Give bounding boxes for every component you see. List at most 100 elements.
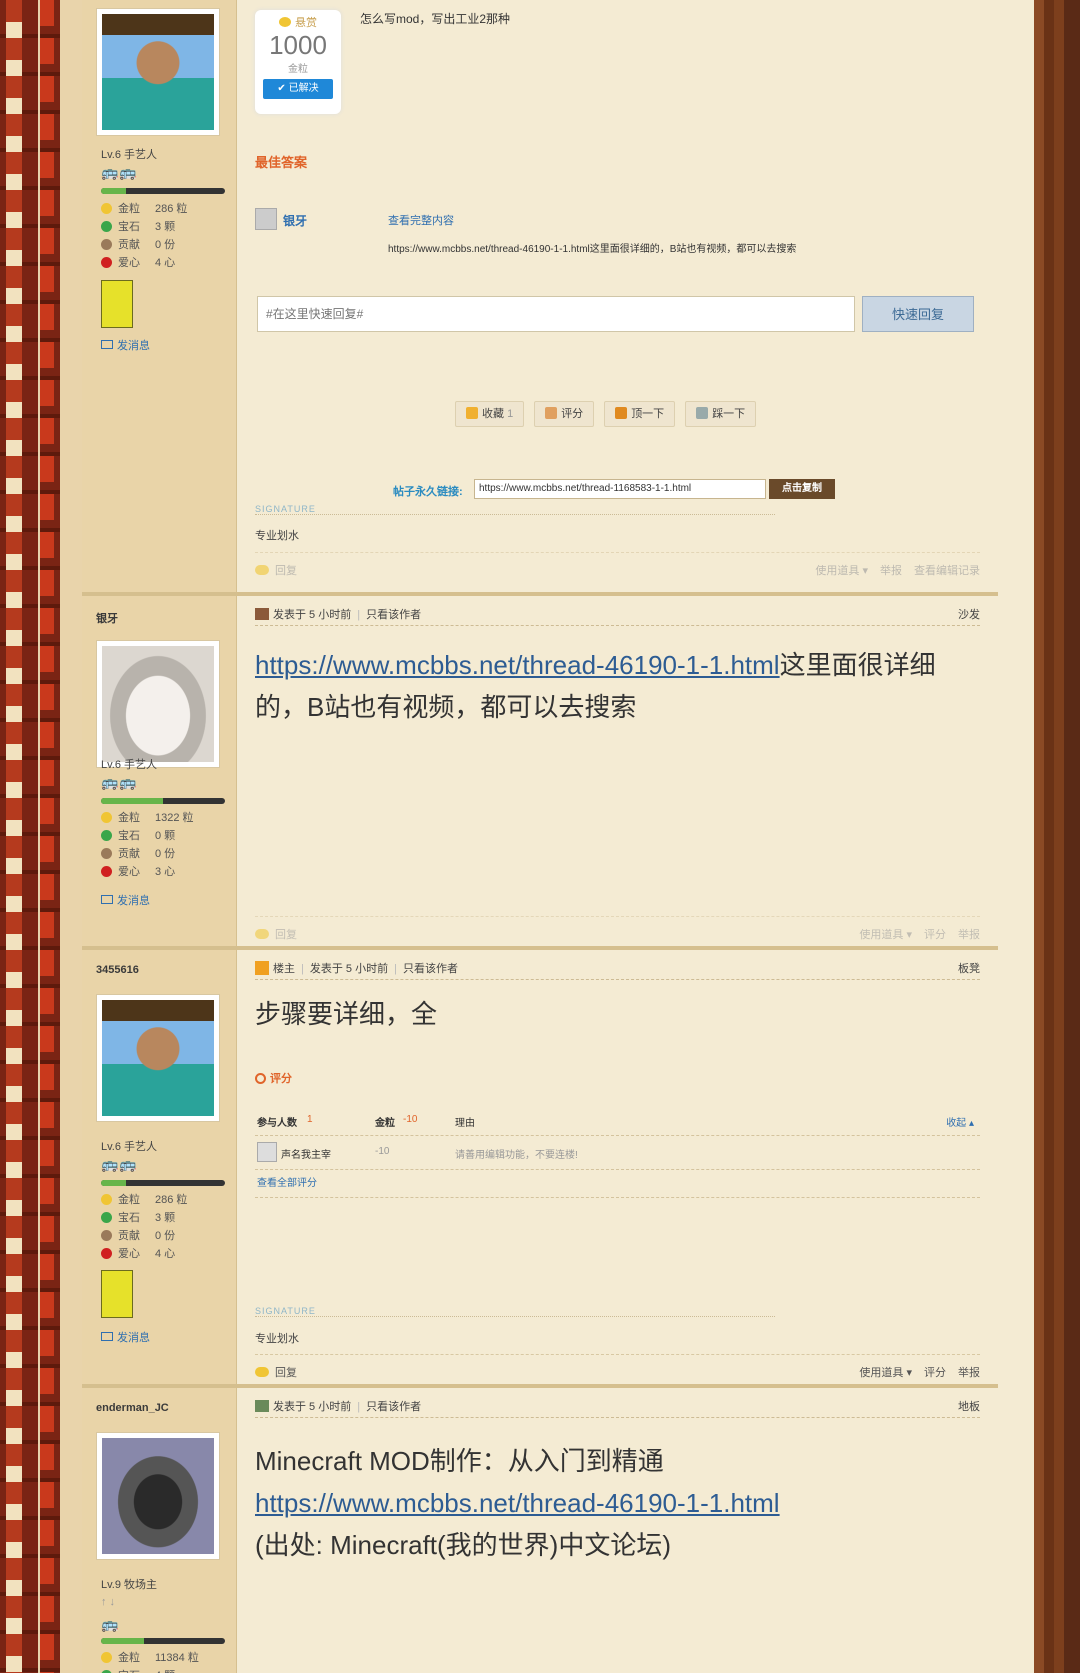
stat-love: 爱心 4 心: [101, 254, 187, 272]
avatar[interactable]: [96, 8, 220, 136]
author-name[interactable]: enderman_JC: [96, 1402, 169, 1414]
send-message-link[interactable]: 发消息: [101, 892, 150, 908]
author-sidebar: enderman_JC Lv.9 牧场主 ↑ ↓ 🚌 金粒11384 粒 宝石4…: [82, 1388, 237, 1673]
report-button[interactable]: 举报: [880, 565, 902, 577]
avatar[interactable]: [96, 994, 220, 1122]
quick-reply-input[interactable]: [257, 296, 855, 332]
reply-button[interactable]: 回复: [275, 929, 297, 941]
use-tools-button[interactable]: 使用道具: [815, 565, 859, 577]
user-level: Lv.6 手艺人: [101, 149, 158, 161]
user-level: Lv.6 手艺人: [101, 1141, 158, 1153]
only-author-link[interactable]: 只看该作者: [403, 963, 458, 975]
downvote-button[interactable]: 踩一下: [685, 401, 757, 427]
edit-history-button[interactable]: 查看编辑记录: [914, 565, 980, 577]
medal-icons: 🚌: [101, 1616, 120, 1632]
rate-button[interactable]: 评分: [534, 401, 595, 427]
thread-link[interactable]: https://www.mcbbs.net/thread-46190-1-1.h…: [255, 650, 780, 680]
user-stats: 金粒 286 粒 宝石 3 颗 贡献 0 份 爱心 4 心: [101, 1191, 187, 1263]
mail-icon: [101, 1332, 113, 1341]
floor-number[interactable]: 板凳: [958, 960, 980, 976]
author-sidebar: Lv.6 手艺人 🚌🚌 金粒 286 粒 宝石 3 颗 贡献 0 份 爱心 4 心 发消…: [82, 0, 237, 592]
post-body: 步骤要详细，全: [255, 999, 438, 1029]
mail-icon: [101, 895, 113, 904]
report-button[interactable]: 举报: [958, 929, 980, 941]
permalink-url[interactable]: https://www.mcbbs.net/thread-1168583-1-1…: [474, 479, 766, 499]
thread-page: Lv.6 手艺人 🚌🚌 金粒 286 粒 宝石 3 颗 贡献 0 份 爱心 4 心 发消…: [82, 0, 1034, 1673]
thumb-icon: [545, 407, 558, 419]
post-question: Lv.6 手艺人 🚌🚌 金粒 286 粒 宝石 3 颗 贡献 0 份 爱心 4 心 发消…: [82, 0, 998, 592]
only-author-link[interactable]: 只看该作者: [366, 1401, 421, 1413]
stat-gem: 宝石 3 颗: [101, 218, 187, 236]
level-progress-bar: [101, 188, 225, 194]
post-body: https://www.mcbbs.net/thread-46190-1-1.h…: [255, 650, 936, 722]
author-name[interactable]: 3455616: [96, 964, 139, 976]
post-footer: 回复 使用道具 ▾ 举报 查看编辑记录: [255, 552, 980, 582]
author-sidebar: 银牙 Lv.6 手艺人 🚌🚌 金粒 1322 粒 宝石 0 颗 贡献 0 份 爱心 3 …: [82, 596, 237, 948]
stat-contribution: 贡献 0 份: [101, 236, 187, 254]
rate-link[interactable]: 评分: [924, 1367, 946, 1379]
rating-row: 声名我主宰 -10 请善用编辑功能，不要连楼!: [255, 1136, 980, 1170]
best-answer-avatar[interactable]: [255, 208, 277, 230]
rate-link[interactable]: 评分: [924, 929, 946, 941]
user-stats: 金粒 286 粒 宝石 3 颗 贡献 0 份 爱心 4 心: [101, 200, 187, 272]
post-content: 发表于 5 小时前 | 只看该作者 地板 Minecraft MOD制作：从入门到精…: [237, 1388, 998, 1673]
reply-button[interactable]: 回复: [275, 1367, 297, 1379]
send-message-link[interactable]: 发消息: [101, 1329, 150, 1345]
avatar[interactable]: [96, 640, 220, 768]
author-name[interactable]: 银牙: [96, 610, 118, 626]
view-all-ratings-link[interactable]: 查看全部评分: [255, 1170, 980, 1198]
permalink-label: 帖子永久链接:: [393, 486, 463, 498]
use-tools-button[interactable]: 使用道具: [859, 929, 903, 941]
medal-icons: 🚌🚌: [101, 164, 138, 180]
rater-avatar: [257, 1142, 277, 1162]
post-footer: 回复 使用道具 ▾ 评分 举报: [255, 1354, 980, 1384]
post-header: 发表于 5 小时前 | 只看该作者 地板: [255, 1392, 980, 1418]
signature-label: SIGNATURE: [255, 1306, 775, 1317]
send-message-link[interactable]: 发消息: [101, 337, 150, 353]
thread-link[interactable]: https://www.mcbbs.net/thread-46190-1-1.h…: [255, 1488, 780, 1518]
post-header: 楼主 | 发表于 5 小时前 | 只看该作者 板凳: [255, 954, 980, 980]
reply-icon: [255, 1367, 269, 1377]
collapse-rating-button[interactable]: 收起 ▴: [946, 1114, 974, 1129]
rank-arrows: ↑ ↓: [101, 1596, 116, 1608]
report-button[interactable]: 举报: [958, 1367, 980, 1379]
post-content: 楼主 | 发表于 5 小时前 | 只看该作者 板凳 步骤要详细，全 评分 参与人数 1 金…: [237, 950, 998, 1386]
favorite-button[interactable]: 收藏 1: [455, 401, 525, 427]
level-progress-bar: [101, 798, 225, 804]
user-level: Lv.9 牧场主: [101, 1579, 158, 1591]
upvote-button[interactable]: 顶一下: [604, 401, 676, 427]
only-author-link[interactable]: 只看该作者: [366, 609, 421, 621]
mcbbs-badge-icon[interactable]: [101, 1270, 133, 1318]
post-reply-floor: enderman_JC Lv.9 牧场主 ↑ ↓ 🚌 金粒11384 粒 宝石4…: [82, 1384, 998, 1673]
best-answer-title: 最佳答案: [255, 155, 308, 170]
floor-number[interactable]: 地板: [958, 1398, 980, 1414]
reply-button[interactable]: 回复: [275, 565, 297, 577]
quick-reply-button[interactable]: 快速回复: [862, 296, 974, 332]
bounty-box: 悬赏 1000 金粒 ✔ 已解决: [255, 10, 341, 114]
copy-link-button[interactable]: 点击复制: [769, 479, 835, 499]
post-body: Minecraft MOD制作：从入门到精通 https://www.mcbbs…: [255, 1446, 780, 1560]
use-tools-button[interactable]: 使用道具: [859, 1367, 903, 1379]
reply-icon: [255, 565, 269, 575]
stat-gold: 金粒 286 粒: [101, 200, 187, 218]
coin-icon: [279, 17, 291, 27]
best-answer-author[interactable]: 银牙: [283, 212, 307, 229]
question-text: 怎么写mod，写出工业2那种: [360, 12, 511, 26]
left-decorative-border: [0, 0, 82, 1673]
post-footer: 回复 使用道具 ▾ 评分 举报: [255, 916, 980, 946]
rater-name[interactable]: 声名我主宰: [281, 1146, 331, 1161]
level-progress-bar: [101, 1180, 225, 1186]
arrow-down-icon: [696, 407, 709, 419]
post-actions: 收藏 1 评分 顶一下 踩一下: [455, 401, 757, 427]
online-icon: [255, 1400, 269, 1412]
mcbbs-badge-icon[interactable]: [101, 280, 133, 328]
view-full-link[interactable]: 查看完整内容: [388, 212, 454, 228]
rating-icon: [255, 1073, 266, 1084]
user-level: Lv.6 手艺人: [101, 759, 158, 771]
post-content: 发表于 5 小时前 | 只看该作者 沙发 https://www.mcbbs.net…: [237, 596, 998, 948]
best-answer-text: https://www.mcbbs.net/thread-46190-1-1.h…: [388, 244, 797, 255]
online-icon: [255, 608, 269, 620]
floor-number[interactable]: 沙发: [958, 606, 980, 622]
post-header: 发表于 5 小时前 | 只看该作者 沙发: [255, 600, 980, 626]
avatar[interactable]: [96, 1432, 220, 1560]
